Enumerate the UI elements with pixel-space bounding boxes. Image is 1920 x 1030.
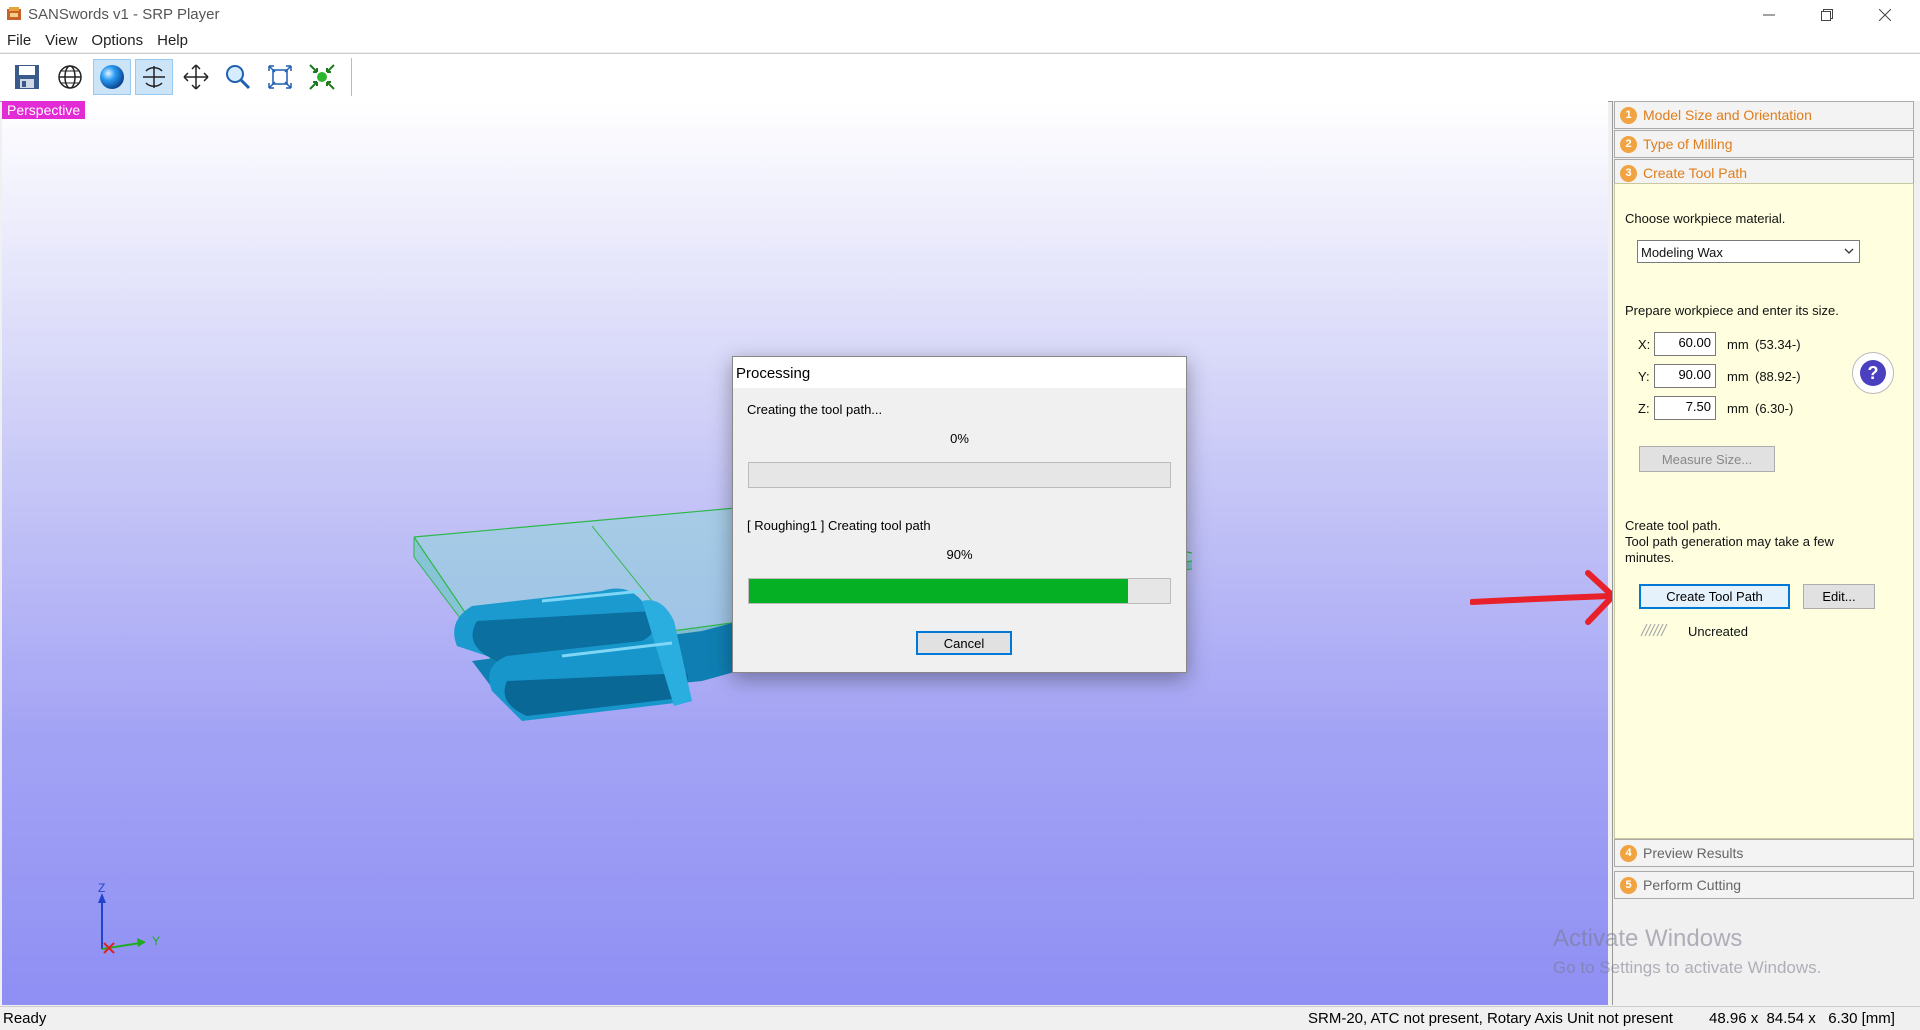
step-label: Create Tool Path bbox=[1643, 165, 1748, 181]
toolpath-status-icon bbox=[1640, 623, 1668, 637]
right-panel: 1 Model Size and Orientation 2 Type of M… bbox=[1612, 101, 1920, 1005]
dim-z-unit: mm bbox=[1727, 401, 1749, 416]
activation-watermark-title: Activate Windows bbox=[1553, 925, 1743, 952]
step-number: 1 bbox=[1620, 106, 1637, 124]
dim-y-min: (88.92-) bbox=[1755, 369, 1801, 384]
size-prompt: Prepare workpiece and enter its size. bbox=[1625, 303, 1839, 318]
toolpath-status: Uncreated bbox=[1688, 624, 1748, 639]
svg-text:?: ? bbox=[1868, 363, 1879, 383]
step-number: 3 bbox=[1620, 164, 1637, 182]
task2-progress-bar bbox=[748, 578, 1171, 604]
center-icon bbox=[309, 64, 335, 90]
step-label: Type of Milling bbox=[1643, 136, 1733, 152]
step-preview-results[interactable]: 4 Preview Results bbox=[1614, 839, 1914, 867]
dim-y-unit: mm bbox=[1727, 369, 1749, 384]
menu-help[interactable]: Help bbox=[150, 30, 195, 52]
task1-label: Creating the tool path... bbox=[747, 402, 883, 417]
task1-percent: 0% bbox=[950, 431, 969, 446]
material-select[interactable]: Modeling Wax bbox=[1637, 240, 1860, 263]
material-value: Modeling Wax bbox=[1641, 245, 1723, 260]
minimize-icon bbox=[1763, 14, 1775, 16]
restore-button[interactable] bbox=[1798, 0, 1856, 30]
dim-x-unit: mm bbox=[1727, 337, 1749, 352]
status-bar: Ready SRM-20, ATC not present, Rotary Ax… bbox=[0, 1006, 1920, 1030]
center-button[interactable] bbox=[303, 59, 341, 95]
dim-y-axis: Y: bbox=[1638, 369, 1650, 384]
menu-bar: File View Options Help bbox=[0, 30, 1920, 52]
material-prompt: Choose workpiece material. bbox=[1625, 211, 1786, 226]
shaded-view-button[interactable] bbox=[93, 59, 131, 95]
dim-x-min: (53.34-) bbox=[1755, 337, 1801, 352]
task2-progress-fill bbox=[749, 579, 1128, 603]
app-icon bbox=[6, 6, 22, 22]
step-number: 5 bbox=[1620, 876, 1637, 894]
minimize-button[interactable] bbox=[1740, 0, 1798, 30]
save-button[interactable] bbox=[8, 59, 46, 95]
task2-percent: 90% bbox=[946, 547, 973, 562]
chevron-down-icon bbox=[1844, 248, 1854, 254]
axis-triad: Z Y bbox=[98, 881, 160, 954]
create-note: Tool path generation may take a few minu… bbox=[1625, 534, 1834, 565]
step-model-size[interactable]: 1 Model Size and Orientation bbox=[1614, 101, 1914, 129]
step-perform-cutting[interactable]: 5 Perform Cutting bbox=[1614, 871, 1914, 899]
dim-x-axis: X: bbox=[1638, 337, 1651, 352]
pan-button[interactable] bbox=[177, 59, 215, 95]
dialog-body: Creating the tool path... 0% [ Roughing1… bbox=[733, 388, 1186, 672]
step-number: 4 bbox=[1620, 844, 1637, 862]
dim-z-axis: Z: bbox=[1638, 401, 1650, 416]
step-label: Model Size and Orientation bbox=[1643, 107, 1812, 123]
globe-icon bbox=[58, 65, 82, 89]
task1-progress-bar bbox=[748, 462, 1171, 488]
processing-dialog: Processing Creating the tool path... 0% … bbox=[732, 356, 1187, 673]
window-title: SANSwords v1 - SRP Player bbox=[28, 6, 220, 23]
fit-view-icon bbox=[268, 65, 292, 89]
zoom-icon bbox=[226, 65, 251, 90]
close-button[interactable] bbox=[1856, 0, 1914, 30]
step-label: Perform Cutting bbox=[1643, 877, 1742, 893]
dim-z-min: (6.30-) bbox=[1755, 401, 1794, 416]
create-tool-path-button[interactable]: Create Tool Path bbox=[1639, 584, 1790, 609]
step-number: 2 bbox=[1620, 135, 1637, 153]
status-size: 48.96 x 84.54 x 6.30 [mm] bbox=[1709, 1010, 1895, 1027]
create-prompt: Create tool path. bbox=[1625, 518, 1722, 533]
activation-watermark-subtitle: Go to Settings to activate Windows. bbox=[1553, 958, 1822, 977]
step-label: Preview Results bbox=[1643, 845, 1744, 861]
menu-view[interactable]: View bbox=[38, 30, 84, 52]
help-icon: ? bbox=[1860, 360, 1886, 386]
toolbar-separator bbox=[351, 58, 352, 96]
dialog-title: Processing bbox=[736, 365, 811, 382]
menu-file[interactable]: File bbox=[0, 30, 38, 52]
close-icon bbox=[1879, 9, 1891, 21]
rotate-icon bbox=[143, 66, 165, 88]
dim-z-input[interactable]: 7.50 bbox=[1654, 396, 1716, 420]
status-machine: SRM-20, ATC not present, Rotary Axis Uni… bbox=[1308, 1010, 1673, 1027]
edit-button[interactable]: Edit... bbox=[1803, 584, 1875, 609]
toolbar bbox=[0, 53, 1920, 102]
pan-icon bbox=[183, 64, 209, 90]
fit-view-button[interactable] bbox=[261, 59, 299, 95]
measure-size-button[interactable]: Measure Size... bbox=[1639, 446, 1775, 472]
axis-y-label: Y bbox=[152, 934, 160, 948]
rotate-button[interactable] bbox=[135, 59, 173, 95]
dim-y-input[interactable]: 90.00 bbox=[1654, 364, 1716, 388]
globe-button[interactable] bbox=[51, 59, 89, 95]
annotation-arrow bbox=[1470, 570, 1616, 625]
help-button[interactable]: ? bbox=[1852, 352, 1894, 394]
task2-label: [ Roughing1 ] Creating tool path bbox=[747, 518, 931, 533]
dim-x-input[interactable]: 60.00 bbox=[1654, 332, 1716, 356]
zoom-button[interactable] bbox=[219, 59, 257, 95]
save-icon bbox=[15, 65, 39, 89]
cancel-button[interactable]: Cancel bbox=[916, 631, 1012, 655]
status-ready: Ready bbox=[3, 1010, 47, 1027]
step-type-of-milling[interactable]: 2 Type of Milling bbox=[1614, 130, 1914, 158]
axis-z-label: Z bbox=[98, 881, 105, 895]
menu-options[interactable]: Options bbox=[84, 30, 150, 52]
title-bar: SANSwords v1 - SRP Player bbox=[0, 0, 1920, 30]
sphere-icon bbox=[100, 65, 124, 89]
create-tool-path-body: Choose workpiece material. Modeling Wax … bbox=[1614, 183, 1914, 839]
dialog-title-bar: Processing bbox=[733, 357, 1186, 388]
restore-icon bbox=[1821, 9, 1833, 21]
